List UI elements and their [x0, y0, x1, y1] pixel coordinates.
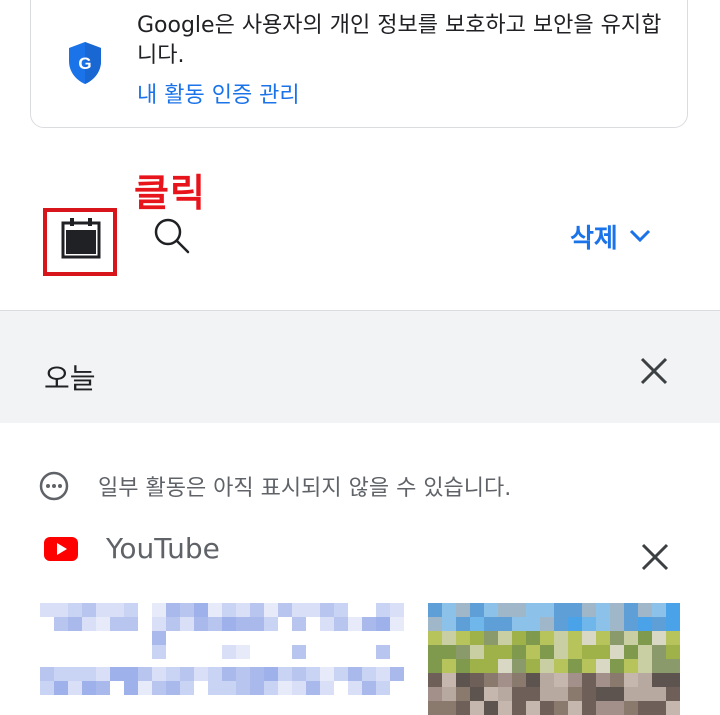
close-icon[interactable] [638, 540, 672, 574]
app-name: YouTube [106, 532, 220, 565]
today-section-header: 오늘 [0, 311, 720, 423]
svg-text:G: G [78, 54, 91, 73]
pending-activity-notice: 일부 활동은 아직 표시되지 않을 수 있습니다. [38, 470, 511, 502]
redacted-video-title[interactable] [40, 603, 404, 710]
calendar-icon[interactable] [60, 216, 102, 260]
delete-dropdown-button[interactable]: 삭제 [570, 218, 652, 254]
privacy-message: Google은 사용자의 개인 정보를 보호하고 보안을 유지합니다. [137, 13, 662, 68]
google-shield-icon: G [69, 42, 101, 84]
close-icon[interactable] [636, 353, 672, 389]
youtube-icon [44, 536, 78, 561]
redacted-video-thumbnail[interactable] [428, 603, 680, 715]
manage-verification-link[interactable]: 내 활동 인증 관리 [137, 81, 300, 111]
search-icon[interactable] [150, 214, 194, 258]
notice-text: 일부 활동은 아직 표시되지 않을 수 있습니다. [98, 476, 512, 501]
click-annotation: 클릭 [134, 171, 206, 215]
today-label: 오늘 [44, 362, 96, 395]
more-horizontal-icon [39, 471, 69, 501]
youtube-activity-header: YouTube [44, 532, 220, 565]
chevron-down-icon [629, 229, 650, 243]
privacy-card: G Google은 사용자의 개인 정보를 보호하고 보안을 유지합니다. 내 … [30, 0, 688, 128]
delete-label: 삭제 [570, 223, 618, 254]
